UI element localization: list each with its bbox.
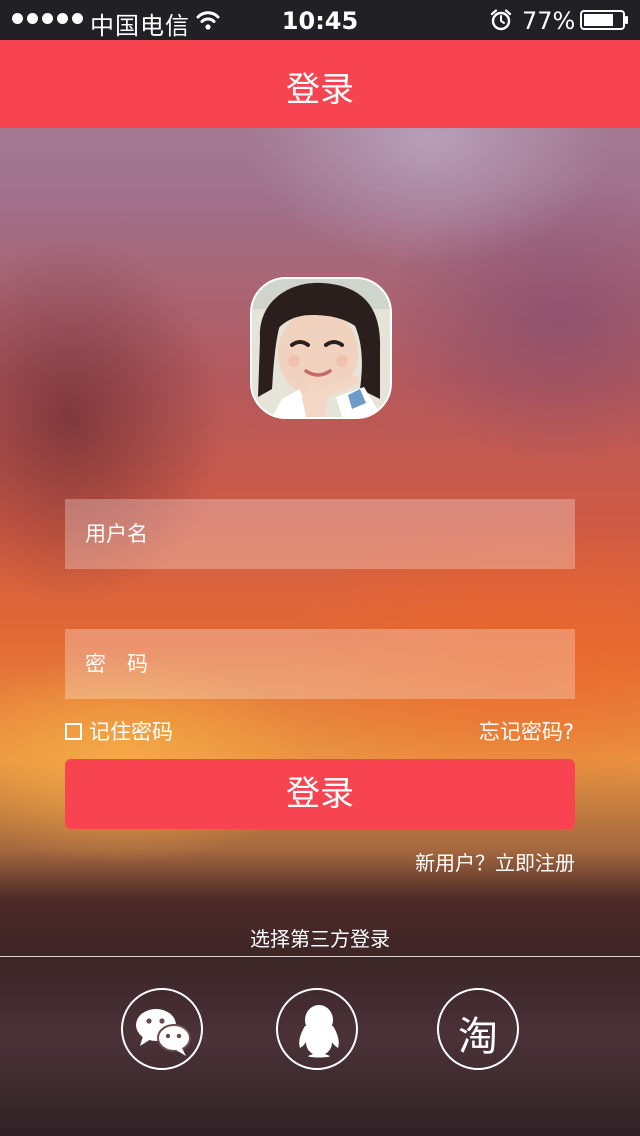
remember-password[interactable]: 记住密码 <box>65 716 173 746</box>
taobao-login-button[interactable]: 淘 <box>437 988 519 1070</box>
login-screen: 中国电信 10:45 77% 登录 用户名 记住密码 忘记密码? 登录 新用户？… <box>0 0 640 1136</box>
page-title: 登录 <box>286 70 354 110</box>
username-input[interactable] <box>85 499 575 569</box>
avatar[interactable] <box>250 277 392 419</box>
remember-label: 记住密码 <box>89 720 173 744</box>
qq-login-button[interactable] <box>276 988 358 1070</box>
wechat-icon <box>136 1009 191 1056</box>
nav-bar: 登录 <box>0 40 640 128</box>
forgot-password-link[interactable]: 忘记密码? <box>479 716 574 746</box>
wechat-login-button[interactable] <box>121 988 203 1070</box>
avatar-photo <box>252 279 390 417</box>
divider <box>0 956 640 957</box>
taobao-icon: 淘 <box>458 1014 498 1060</box>
qq-icon <box>299 1005 339 1058</box>
battery-icon <box>580 10 628 30</box>
alarm-icon <box>490 9 512 31</box>
battery-percent: 77% <box>522 7 576 35</box>
username-field[interactable] <box>65 499 575 569</box>
third-party-title: 选择第三方登录 <box>250 927 390 951</box>
password-input[interactable] <box>85 629 575 699</box>
status-bar: 中国电信 10:45 77% <box>0 0 640 40</box>
login-button[interactable]: 登录 <box>65 759 575 829</box>
password-field[interactable] <box>65 629 575 699</box>
register-link[interactable]: 新用户？立即注册 <box>415 847 575 876</box>
remember-checkbox[interactable] <box>65 722 82 740</box>
